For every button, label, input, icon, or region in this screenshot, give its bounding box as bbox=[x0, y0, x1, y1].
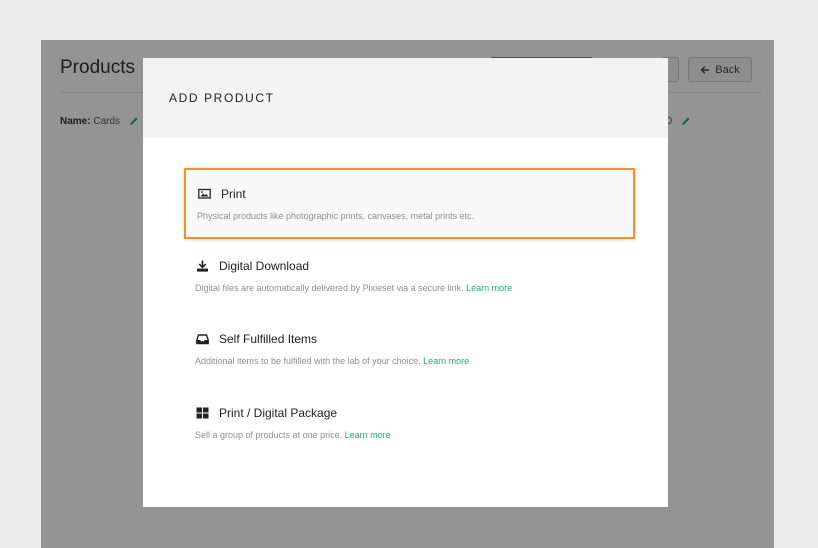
add-product-modal: ADD PRODUCT Print Physical products like… bbox=[143, 58, 668, 507]
learn-more-link[interactable]: Learn more bbox=[466, 283, 512, 293]
option-description-text: Physical products like photographic prin… bbox=[197, 211, 475, 221]
option-title: Self Fulfilled Items bbox=[219, 332, 318, 346]
option-title: Digital Download bbox=[219, 259, 310, 273]
modal-header: ADD PRODUCT bbox=[143, 58, 668, 138]
option-description-text: Additional items to be fulfilled with th… bbox=[195, 356, 421, 366]
option-digital-download[interactable]: Digital Download Digital files are autom… bbox=[184, 242, 635, 313]
option-header: Digital Download bbox=[196, 259, 309, 273]
option-self-fulfilled-items[interactable]: Self Fulfilled Items Additional items to… bbox=[184, 315, 635, 386]
option-print[interactable]: Print Physical products like photographi… bbox=[184, 168, 635, 239]
modal-title: ADD PRODUCT bbox=[169, 90, 275, 105]
option-description-text: Sell a group of products at one price. bbox=[195, 430, 343, 440]
option-header: Print / Digital Package bbox=[196, 406, 337, 420]
image-icon bbox=[198, 188, 211, 199]
option-description: Digital files are automatically delivere… bbox=[195, 283, 512, 293]
inbox-tray-icon bbox=[196, 334, 209, 345]
option-print-digital-package[interactable]: Print / Digital Package Sell a group of … bbox=[184, 389, 635, 460]
download-icon bbox=[197, 260, 208, 272]
learn-more-link[interactable]: Learn more bbox=[345, 430, 391, 440]
grid-icon bbox=[196, 407, 209, 419]
option-description: Additional items to be fulfilled with th… bbox=[195, 356, 469, 366]
option-title: Print bbox=[221, 187, 246, 201]
option-title: Print / Digital Package bbox=[219, 406, 338, 420]
option-description: Physical products like photographic prin… bbox=[197, 211, 474, 221]
option-header: Self Fulfilled Items bbox=[196, 332, 317, 346]
option-description-text: Digital files are automatically delivere… bbox=[195, 283, 464, 293]
learn-more-link[interactable]: Learn more bbox=[423, 356, 469, 366]
option-header: Print bbox=[198, 187, 246, 201]
option-description: Sell a group of products at one price. L… bbox=[195, 430, 391, 440]
